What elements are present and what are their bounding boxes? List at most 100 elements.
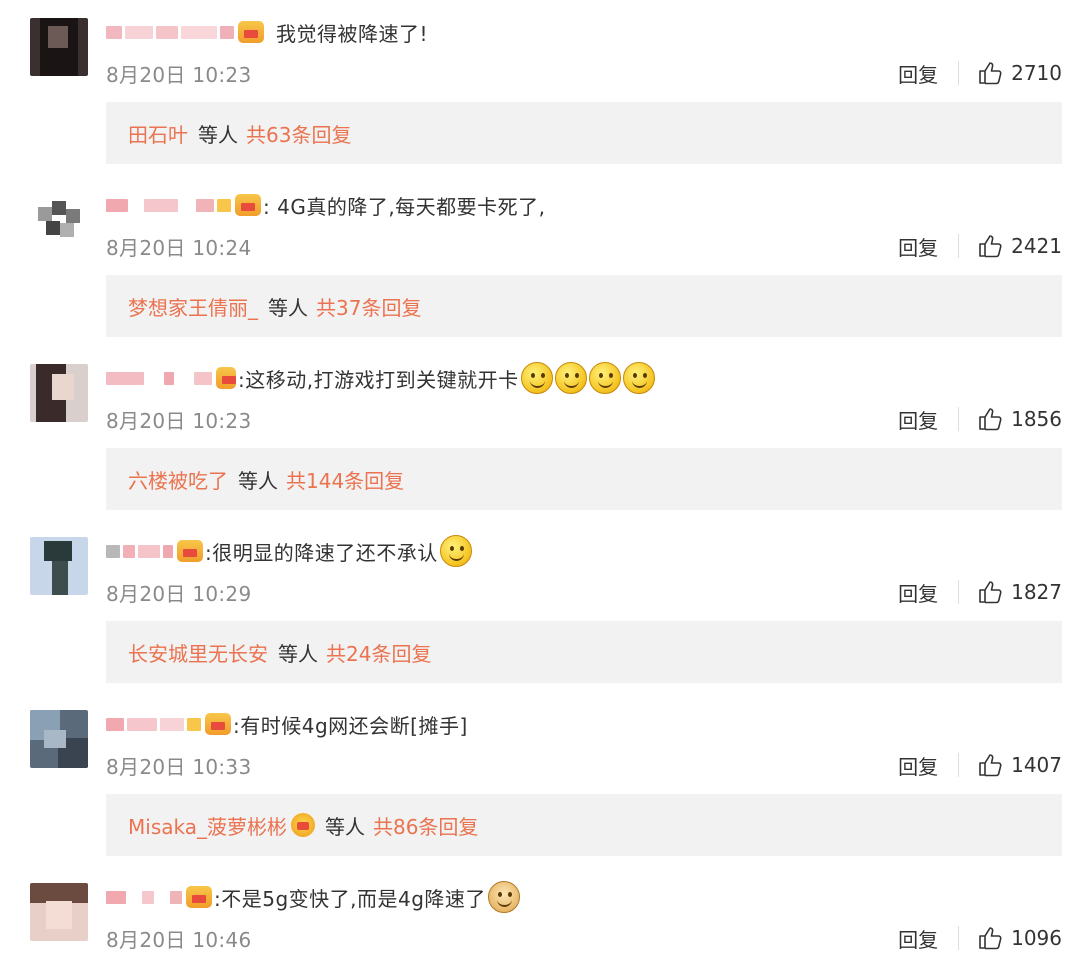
reply-button[interactable]: 回复	[898, 59, 938, 88]
comment-header: :有时候4g网还会断[摊手]	[106, 706, 468, 742]
username[interactable]	[106, 25, 234, 39]
divider	[958, 407, 960, 431]
like-count: 1407	[1011, 753, 1062, 777]
like-count: 2710	[1011, 61, 1062, 85]
avatar[interactable]	[30, 18, 88, 76]
thumbs-up-icon	[979, 235, 1002, 258]
comment-header: :不是5g变快了,而是4g降速了	[106, 879, 520, 915]
etc-label: 等人	[278, 641, 318, 666]
comment-item: :有时候4g网还会断[摊手] 8月20日 10:33 回复 1407 Misak…	[0, 692, 1080, 865]
comment-header: 我觉得被降速了!	[106, 14, 428, 50]
total-replies-link[interactable]: 共144条回复	[286, 465, 404, 494]
comment-date: 8月20日 10:24	[106, 235, 252, 260]
comment-date: 8月20日 10:29	[106, 581, 252, 606]
member-badge	[205, 713, 231, 735]
member-badge	[186, 886, 212, 908]
replier-name[interactable]: Misaka_菠萝彬彬	[128, 811, 287, 840]
total-replies-link[interactable]: 共63条回复	[246, 119, 351, 148]
replier-name[interactable]: 长安城里无长安	[128, 638, 268, 667]
avatar[interactable]	[30, 883, 88, 941]
comment-actions: 回复 1096	[898, 924, 1062, 953]
etc-label: 等人	[198, 122, 238, 147]
doge-emoji	[487, 881, 520, 913]
replier-name[interactable]: 梦想家王倩丽_	[128, 292, 258, 321]
username[interactable]	[106, 890, 182, 904]
like-button[interactable]: 1856	[977, 406, 1062, 432]
username[interactable]	[106, 544, 173, 558]
etc-label: 等人	[238, 468, 278, 493]
comment-actions: 回复 1827	[898, 578, 1062, 607]
comment-date: 8月20日 10:23	[106, 408, 252, 433]
comment-actions: 回复 2421	[898, 232, 1062, 261]
smile-emoji	[588, 362, 621, 394]
comment-item: : 4G真的降了,每天都要卡死了, 8月20日 10:24 回复 2421 梦想…	[0, 173, 1080, 346]
comment-meta: 8月20日 10:33 回复 1407	[106, 750, 1062, 780]
username[interactable]	[106, 198, 231, 212]
divider	[958, 234, 960, 258]
reply-button[interactable]: 回复	[898, 751, 938, 780]
comment-text: :很明显的降速了还不承认	[205, 540, 438, 565]
divider	[958, 926, 960, 950]
reply-button[interactable]: 回复	[898, 578, 938, 607]
divider	[958, 580, 960, 604]
avatar[interactable]	[30, 364, 88, 422]
comment-item: :这移动,打游戏打到关键就开卡 8月20日 10:23 回复 1856 六楼被吃…	[0, 346, 1080, 519]
comment-text: : 4G真的降了,每天都要卡死了,	[263, 194, 546, 219]
thumbs-up-icon	[979, 927, 1002, 950]
comment-date: 8月20日 10:33	[106, 754, 252, 779]
reply-button[interactable]: 回复	[898, 232, 938, 261]
comment-text: :不是5g变快了,而是4g降速了	[214, 886, 486, 911]
member-badge	[235, 194, 261, 216]
reply-summary[interactable]: 梦想家王倩丽_ 等人 共37条回复	[106, 275, 1062, 337]
like-count: 1096	[1011, 926, 1062, 950]
like-button[interactable]: 1827	[977, 579, 1062, 605]
comment-header: : 4G真的降了,每天都要卡死了,	[106, 187, 546, 223]
total-replies-link[interactable]: 共24条回复	[326, 638, 431, 667]
thumbs-up-icon	[979, 408, 1002, 431]
avatar[interactable]	[30, 191, 88, 249]
member-badge	[290, 813, 315, 837]
replier-name[interactable]: 六楼被吃了	[128, 465, 228, 494]
divider	[958, 753, 960, 777]
like-button[interactable]: 1096	[977, 925, 1062, 951]
comment-meta: 8月20日 10:29 回复 1827	[106, 577, 1062, 607]
reply-summary[interactable]: 六楼被吃了 等人 共144条回复	[106, 448, 1062, 510]
comment-item: :不是5g变快了,而是4g降速了 8月20日 10:46 回复 1096	[0, 865, 1080, 959]
username[interactable]	[106, 371, 212, 385]
skeptical-emoji	[439, 535, 472, 567]
total-replies-link[interactable]: 共86条回复	[373, 811, 478, 840]
comment-actions: 回复 1856	[898, 405, 1062, 434]
thumbs-up-icon	[979, 754, 1002, 777]
divider	[958, 61, 960, 85]
replier-name[interactable]: 田石叶	[128, 119, 188, 148]
smile-emoji	[622, 362, 655, 394]
comment-text: :这移动,打游戏打到关键就开卡	[238, 367, 519, 392]
reply-button[interactable]: 回复	[898, 405, 938, 434]
comment-item: :很明显的降速了还不承认 8月20日 10:29 回复 1827 长安城里无长安…	[0, 519, 1080, 692]
etc-label: 等人	[324, 814, 365, 839]
comment-actions: 回复 1407	[898, 751, 1062, 780]
reply-summary[interactable]: 长安城里无长安 等人 共24条回复	[106, 621, 1062, 683]
avatar[interactable]	[30, 710, 88, 768]
total-replies-link[interactable]: 共37条回复	[316, 292, 421, 321]
reply-button[interactable]: 回复	[898, 924, 938, 953]
comment-meta: 8月20日 10:24 回复 2421	[106, 231, 1062, 261]
comment-text: 我觉得被降速了!	[276, 21, 429, 46]
member-badge	[177, 540, 203, 562]
comment-meta: 8月20日 10:23 回复 2710	[106, 58, 1062, 88]
username[interactable]	[106, 717, 201, 731]
like-button[interactable]: 2421	[977, 233, 1062, 259]
comment-header: :这移动,打游戏打到关键就开卡	[106, 360, 655, 396]
reply-summary[interactable]: 田石叶 等人 共63条回复	[106, 102, 1062, 164]
smile-emoji	[554, 362, 587, 394]
like-button[interactable]: 1407	[977, 752, 1062, 778]
reply-summary[interactable]: Misaka_菠萝彬彬 等人 共86条回复	[106, 794, 1062, 856]
comment-date: 8月20日 10:23	[106, 62, 252, 87]
like-button[interactable]: 2710	[977, 60, 1062, 86]
avatar[interactable]	[30, 537, 88, 595]
comment-text: :有时候4g网还会断[摊手]	[233, 713, 468, 738]
like-count: 1856	[1011, 407, 1062, 431]
comment-meta: 8月20日 10:46 回复 1096	[106, 923, 1062, 953]
etc-label: 等人	[268, 295, 308, 320]
thumbs-up-icon	[979, 581, 1002, 604]
